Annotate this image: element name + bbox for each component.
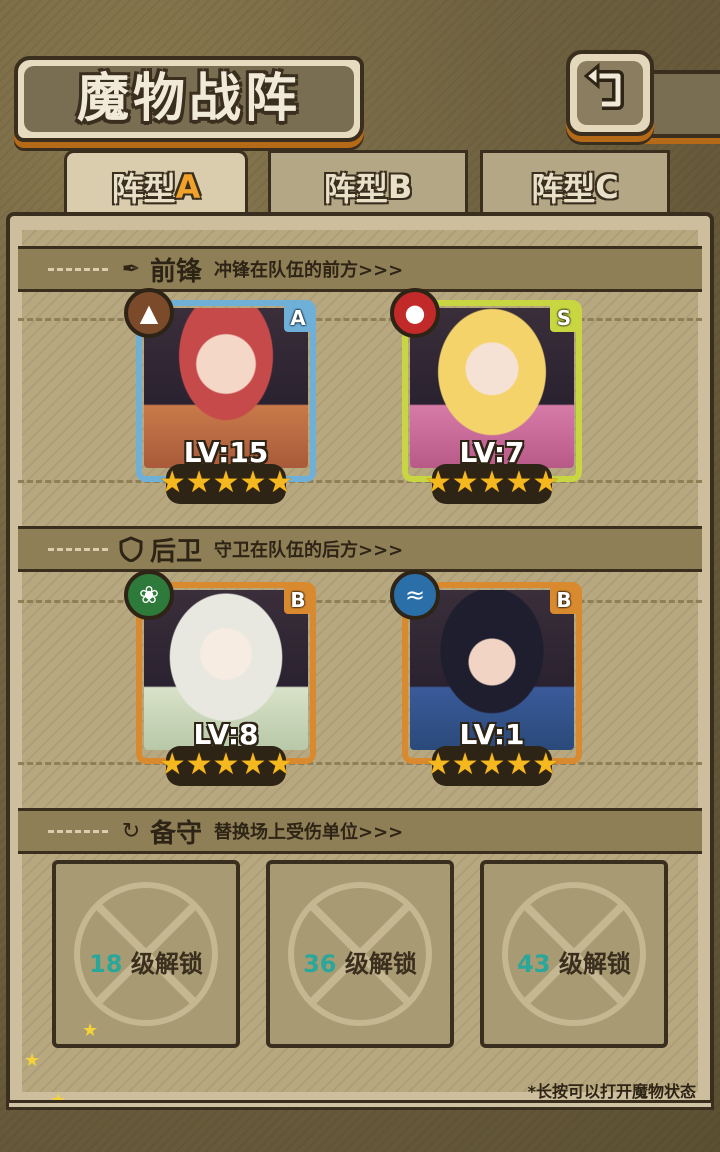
back-arrow-icon: [583, 62, 624, 110]
unlock-label: 36 级解锁: [270, 944, 450, 979]
star-icon: ★: [185, 747, 213, 782]
star-icon: ★: [424, 747, 452, 782]
unlock-level: 36: [303, 950, 337, 978]
star-icon: ★: [266, 465, 294, 500]
tab-label: 阵型: [531, 169, 596, 208]
reserve-slot-1[interactable]: 18 级解锁: [52, 860, 240, 1048]
tab-letter: B: [387, 167, 413, 206]
tab-letter: A: [175, 167, 201, 206]
star-icon: ★: [532, 747, 560, 782]
star-icon: ★: [158, 747, 186, 782]
star-icon: ★: [505, 465, 533, 500]
section-desc: 守卫在队伍的后方>>>: [214, 540, 404, 561]
sparkle-icon: ★: [82, 1020, 99, 1041]
reserve-slot-2[interactable]: 36 级解锁: [266, 860, 454, 1048]
star-rating: ★ ★ ★ ★ ★: [159, 464, 293, 504]
unlock-level: 18: [89, 950, 123, 978]
tab-label: 阵型: [323, 169, 388, 208]
row-dashline: [18, 600, 702, 603]
footer-hint: *长按可以打开魔物状态: [527, 1082, 696, 1101]
star-icon: ★: [158, 465, 186, 500]
star-icon: ★: [239, 747, 267, 782]
star-rating: ★ ★ ★ ★ ★: [425, 746, 559, 786]
title-plate: 魔物战阵: [14, 56, 364, 142]
row-dashline: [18, 318, 702, 321]
tab-letter: C: [595, 167, 619, 206]
grade-badge: B: [550, 586, 578, 614]
unlock-suffix: 级解锁: [344, 950, 417, 978]
star-icon: ★: [212, 465, 240, 500]
bottom-rail: [6, 1100, 714, 1110]
shield-icon: [118, 536, 144, 562]
grade-badge: A: [284, 304, 312, 332]
star-icon: ★: [424, 465, 452, 500]
section-desc: 替换场上受伤单位>>>: [214, 822, 404, 843]
fire-element-icon: ●: [390, 288, 440, 338]
tab-formation-a[interactable]: 阵型 A: [64, 150, 248, 220]
nature-element-icon: ❀: [124, 570, 174, 620]
star-icon: ★: [239, 465, 267, 500]
unlock-label: 43 级解锁: [484, 944, 664, 979]
refresh-icon: ↻: [121, 818, 141, 844]
unit-card-back-1[interactable]: B ❀ LV:8 ★ ★ ★ ★ ★: [124, 570, 316, 786]
feather-icon: ✒: [121, 256, 141, 282]
star-icon: ★: [212, 747, 240, 782]
star-icon: ★: [478, 465, 506, 500]
back-button[interactable]: [566, 50, 654, 136]
star-rating: ★ ★ ★ ★ ★: [425, 464, 559, 504]
section-title: 后卫: [150, 536, 203, 567]
section-title: 备守: [150, 818, 203, 849]
section-desc: 冲锋在队伍的前方>>>: [214, 260, 404, 281]
section-dash: [48, 267, 108, 271]
unlock-suffix: 级解锁: [558, 950, 631, 978]
section-dash: [48, 547, 108, 551]
tab-label: 阵型: [111, 169, 176, 208]
section-front-header: ✒ 前锋 冲锋在队伍的前方>>>: [18, 246, 702, 292]
star-rating: ★ ★ ★ ★ ★: [159, 746, 293, 786]
tab-formation-c[interactable]: 阵型 C: [480, 150, 670, 220]
unit-card-front-2[interactable]: S ● LV:7 ★ ★ ★ ★ ★: [390, 288, 582, 504]
star-icon: ★: [478, 747, 506, 782]
unlock-label: 18 级解锁: [56, 944, 236, 979]
row-dashline: [18, 762, 702, 765]
section-back-header: 后卫 守卫在队伍的后方>>>: [18, 526, 702, 572]
grade-badge: S: [550, 304, 578, 332]
star-icon: ★: [451, 465, 479, 500]
star-icon: ★: [266, 747, 294, 782]
grade-badge: B: [284, 586, 312, 614]
section-reserve-header: ↻ 备守 替换场上受伤单位>>>: [18, 808, 702, 854]
star-icon: ★: [505, 747, 533, 782]
star-icon: ★: [185, 465, 213, 500]
unit-card-front-1[interactable]: A ▲ LV:15 ★ ★ ★ ★ ★: [124, 288, 316, 504]
section-title: 前锋: [150, 256, 203, 287]
row-dashline: [18, 480, 702, 483]
earth-element-icon: ▲: [124, 288, 174, 338]
star-icon: ★: [451, 747, 479, 782]
page-title: 魔物战阵: [76, 68, 301, 129]
section-dash: [48, 829, 108, 833]
sparkle-icon: ★: [24, 1050, 41, 1071]
water-element-icon: ≈: [390, 570, 440, 620]
unlock-suffix: 级解锁: [130, 950, 203, 978]
star-icon: ★: [532, 465, 560, 500]
unlock-level: 43: [517, 950, 551, 978]
reserve-slot-3[interactable]: 43 级解锁: [480, 860, 668, 1048]
tab-formation-b[interactable]: 阵型 B: [268, 150, 468, 220]
unit-card-back-2[interactable]: B ≈ LV:1 ★ ★ ★ ★ ★: [390, 570, 582, 786]
